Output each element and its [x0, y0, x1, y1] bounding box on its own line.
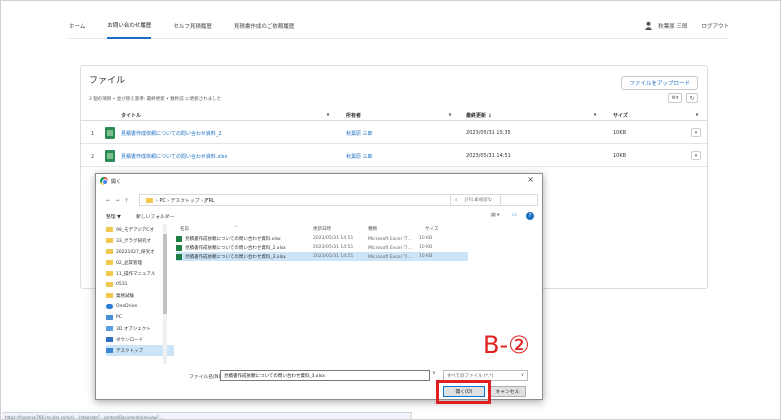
- file-title-link[interactable]: 見積書作成依頼についての問い合わせ資料.xlsx: [121, 153, 227, 160]
- tab-home[interactable]: ホーム: [69, 13, 85, 39]
- table-row: 1 見積書作成依頼についての問い合わせ資料_2 秋葉原 三郎 2023/05/3…: [81, 122, 707, 144]
- chevron-down-icon: ∨: [520, 373, 524, 378]
- folder-icon: [106, 293, 113, 298]
- preview-pane-icon[interactable]: ▭: [512, 213, 517, 218]
- owner-link[interactable]: 秋葉原 三郎: [346, 130, 373, 137]
- excel-file-icon: [176, 254, 182, 260]
- 3d-objects-icon: [106, 326, 113, 331]
- list-item[interactable]: 見積書作成依頼についての問い合わせ資料.xlsx 2023/05/31 14:5…: [176, 234, 538, 243]
- chevron-down-icon[interactable]: ∨: [326, 112, 330, 118]
- folder-icon: [106, 260, 113, 265]
- refresh-icon[interactable]: ↻: [686, 93, 698, 103]
- filename-field[interactable]: 見積書作成依頼についての問い合わせ資料_3.xlsx: [220, 370, 430, 381]
- pc-icon: [106, 315, 113, 320]
- open-file-dialog: 開く × ← → ↑ › PC › デスクトップ › JFRL ∨ ↻ ⌕ JF…: [95, 173, 543, 400]
- address-bar[interactable]: › PC › デスクトップ › JFRL ∨ ↻: [139, 194, 501, 206]
- excel-file-icon: [105, 127, 115, 139]
- filename-label: ファイル名(N):: [189, 375, 222, 380]
- close-icon[interactable]: ×: [527, 175, 534, 184]
- chevron-down-icon[interactable]: ∨: [593, 112, 597, 118]
- desktop-icon: [106, 348, 113, 353]
- folder-icon: [106, 227, 113, 232]
- sort-icon: ^: [234, 226, 238, 231]
- back-icon[interactable]: ←: [106, 198, 110, 204]
- search-input[interactable]: ⌕ JFRLの検索: [450, 194, 538, 206]
- folder-icon: [106, 249, 113, 254]
- tab-self-estimate-history[interactable]: セルフ見積履歴: [173, 13, 212, 39]
- user-icon: [645, 21, 653, 30]
- col-type[interactable]: 種類: [368, 226, 377, 232]
- search-icon: ⌕: [455, 198, 458, 203]
- modified-date: 2023/05/31 14:51: [466, 153, 511, 159]
- tree-scrollbar[interactable]: [163, 224, 167, 364]
- folder-icon: [106, 238, 113, 243]
- dialog-titlebar: 開く: [100, 177, 121, 185]
- modified-date: 2023/05/31 15:35: [466, 130, 511, 136]
- col-modified[interactable]: 最終更新 ↓: [466, 112, 492, 119]
- address-row: ← → ↑ › PC › デスクトップ › JFRL ∨ ↻ ⌕ JFRLの検索: [106, 194, 538, 208]
- list-item-selected[interactable]: 見積書作成依頼についての問い合わせ資料_3.xlsx 2023/05/31 14…: [176, 252, 468, 261]
- cancel-button[interactable]: キャンセル: [489, 386, 526, 397]
- view-options-icon[interactable]: ▤ ▾: [491, 213, 499, 218]
- list-item[interactable]: 見積書作成依頼についての問い合わせ資料_2.xlsx 2023/05/31 14…: [176, 243, 538, 252]
- row-actions-dropdown[interactable]: ▾: [691, 151, 701, 160]
- col-owner[interactable]: 所有者: [346, 112, 361, 119]
- annotation-label: B-②: [483, 331, 530, 359]
- top-nav: ホーム お問い合わせ履歴 セルフ見積履歴 見積書作成のご依頼履歴 秋葉原 三郎 …: [69, 13, 729, 39]
- excel-file-icon: [176, 236, 182, 242]
- row-actions-dropdown[interactable]: ▾: [691, 128, 701, 137]
- dialog-toolbar: 整理 ▼ 新しいフォルダー ▤ ▾ ▭ ?: [106, 212, 538, 223]
- row-number: 2: [91, 154, 95, 160]
- status-url-bar: https://fcoomsn766.my.site.com/s/...-Int…: [2, 412, 412, 419]
- file-size: 10KB: [613, 153, 627, 159]
- excel-file-icon: [176, 245, 182, 251]
- search-placeholder: JFRLの検索: [465, 198, 489, 203]
- help-icon[interactable]: ?: [526, 212, 534, 220]
- app-frame: ホーム お問い合わせ履歴 セルフ見積履歴 見積書作成のご依頼履歴 秋葉原 三郎 …: [0, 0, 781, 420]
- organize-menu[interactable]: 整理 ▼: [106, 213, 121, 220]
- user-area: 秋葉原 三郎 ログアウト: [644, 21, 729, 30]
- table-header: タイトル ∨ 所有者 ∨ 最終更新 ↓ ∨ サイズ ∨: [81, 109, 707, 121]
- col-size[interactable]: サイズ: [425, 226, 438, 232]
- file-title-link[interactable]: 見積書作成依頼についての問い合わせ資料_2: [121, 130, 222, 137]
- col-name[interactable]: 名前: [180, 226, 189, 232]
- file-size: 10KB: [613, 130, 627, 136]
- table-row: 2 見積書作成依頼についての問い合わせ資料.xlsx 秋葉原 三郎 2023/0…: [81, 145, 707, 167]
- tab-inquiry-history[interactable]: お問い合わせ履歴: [107, 13, 152, 39]
- up-icon[interactable]: ↑: [124, 198, 128, 204]
- new-folder-button[interactable]: 新しいフォルダー: [136, 213, 174, 220]
- col-title[interactable]: タイトル: [121, 112, 141, 119]
- logout-link[interactable]: ログアウト: [701, 22, 729, 30]
- folder-icon: [106, 271, 113, 276]
- settings-icon[interactable]: ⚙▾: [668, 93, 682, 103]
- upload-file-button[interactable]: ファイルをアップロード: [621, 76, 698, 90]
- files-meta: 2 個の項目 • 並び替え基準: 最終更新 • 数秒前 に更新されました: [89, 97, 222, 102]
- col-size[interactable]: サイズ: [613, 112, 628, 119]
- user-name[interactable]: 秋葉原 三郎: [658, 22, 687, 30]
- download-icon: [106, 337, 113, 342]
- folder-icon: [146, 197, 153, 203]
- onedrive-icon: [106, 304, 113, 309]
- forward-icon[interactable]: →: [115, 198, 119, 204]
- dialog-title: 開く: [111, 178, 122, 185]
- file-list-header: 名前 ^ 更新日時 種類 サイズ: [176, 224, 538, 234]
- scroll-thumb[interactable]: [163, 234, 167, 314]
- folder-icon: [106, 282, 113, 287]
- owner-link[interactable]: 秋葉原 三郎: [346, 153, 373, 160]
- excel-file-icon: [105, 150, 115, 162]
- tab-estimate-request-history[interactable]: 見積書作成のご依頼履歴: [234, 13, 295, 39]
- chrome-icon: [100, 177, 108, 185]
- chevron-down-icon[interactable]: ∨: [448, 112, 452, 118]
- address-path: › PC › デスクトップ › JFRL: [156, 198, 215, 204]
- chevron-down-icon[interactable]: ∨: [695, 112, 699, 118]
- col-date[interactable]: 更新日時: [313, 226, 331, 232]
- row-number: 1: [91, 131, 95, 137]
- files-title: ファイル: [89, 76, 126, 86]
- annotation-highlight-box: [436, 380, 491, 404]
- filetype-value: すべてのファイル (*.*): [447, 373, 494, 379]
